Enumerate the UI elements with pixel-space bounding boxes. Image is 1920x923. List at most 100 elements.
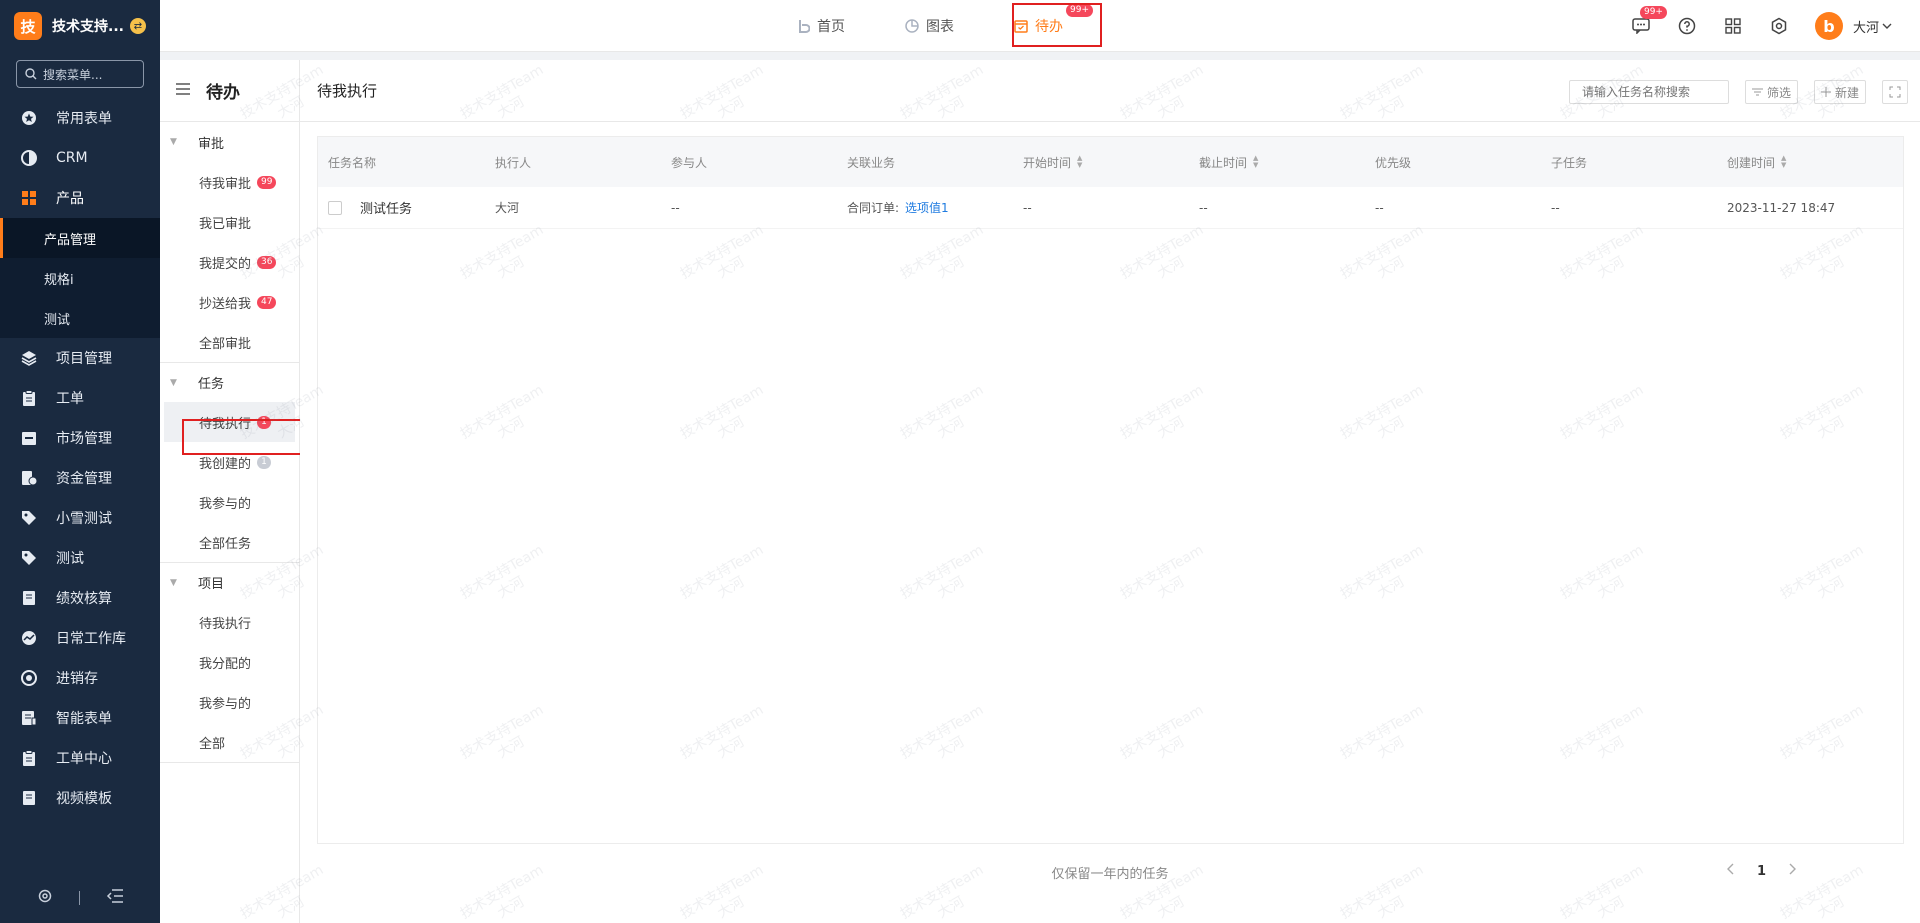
- fullscreen-button[interactable]: [1882, 80, 1908, 104]
- menu-icon[interactable]: [176, 82, 190, 99]
- sidebar-item-test[interactable]: 测试: [0, 538, 160, 578]
- nav-pending-approval[interactable]: 待我审批 99: [160, 162, 299, 202]
- sidebar-item-daily-work[interactable]: 日常工作库: [0, 618, 160, 658]
- nav-label: 我参与的: [199, 696, 252, 712]
- sidebar-subitem-spec[interactable]: 规格i: [0, 258, 160, 298]
- star-icon: [20, 109, 38, 127]
- caret-down-icon: ▼: [170, 577, 177, 588]
- sidebar-item-label: 资金管理: [56, 471, 112, 487]
- content-header: 待我执行 筛选 新建: [300, 60, 1920, 122]
- brand[interactable]: 技 技术支持... ⇄: [0, 0, 160, 52]
- prev-page-icon[interactable]: [1726, 863, 1735, 879]
- sidebar-item-video-template[interactable]: 视频模板: [0, 778, 160, 818]
- menu-search-input[interactable]: 搜索菜单...: [16, 60, 144, 88]
- brand-switch-icon[interactable]: ⇄: [129, 18, 146, 34]
- group-tasks[interactable]: ▼ 任务: [160, 362, 299, 402]
- nav-project-assigned[interactable]: 我分配的: [160, 642, 299, 682]
- highlight-box-todo-tab: [1012, 3, 1102, 47]
- cell-participants: --: [671, 200, 680, 215]
- settings-icon[interactable]: [37, 888, 53, 908]
- grid-icon: [20, 189, 38, 207]
- biz-link[interactable]: 选项值1: [905, 201, 949, 215]
- sidebar-item-inventory[interactable]: 进销存: [0, 658, 160, 698]
- sidebar-item-projects[interactable]: 项目管理: [0, 338, 160, 378]
- help-icon[interactable]: [1677, 16, 1697, 36]
- pie-icon: [20, 149, 38, 167]
- sort-icon[interactable]: ▲ ▼: [1077, 155, 1082, 169]
- panel-title: 待办: [206, 83, 240, 103]
- tab-charts[interactable]: 图表: [905, 16, 954, 36]
- user-name[interactable]: 大河: [1853, 17, 1879, 36]
- column-label: 创建时间: [1727, 155, 1776, 170]
- nav-all-approvals[interactable]: 全部审批: [160, 322, 299, 362]
- chevron-down-icon[interactable]: [1882, 22, 1892, 30]
- collapse-menu-icon[interactable]: [106, 888, 124, 908]
- row-checkbox[interactable]: [328, 200, 342, 215]
- nav-project-all[interactable]: 全部: [160, 722, 299, 762]
- nav-tasks-all[interactable]: 全部任务: [160, 522, 299, 562]
- next-page-icon[interactable]: [1788, 863, 1796, 879]
- nav-project-pending[interactable]: 待我执行: [160, 602, 299, 642]
- nav-cc-me[interactable]: 抄送给我 47: [160, 282, 299, 322]
- settings-icon[interactable]: [1769, 16, 1789, 36]
- search-icon: [25, 68, 37, 80]
- task-table: 任务名称 执行人 参与人 关联业务 开始时间 ▲ ▼ 截止时间 ▲ ▼ 优先级 子任务 …: [317, 136, 1904, 844]
- sort-icon[interactable]: ▲ ▼: [1781, 155, 1786, 169]
- apps-grid-icon[interactable]: [1723, 16, 1743, 36]
- avatar[interactable]: b: [1814, 12, 1843, 40]
- nav-label: 全部: [199, 736, 226, 752]
- column-header-end-time[interactable]: 截止时间 ▲ ▼: [1199, 154, 1375, 171]
- sidebar-item-performance[interactable]: 绩效核算: [0, 578, 160, 618]
- count-badge: 36: [257, 255, 277, 269]
- sidebar-item-funds[interactable]: 资金管理: [0, 458, 160, 498]
- table-row[interactable]: 测试任务 大河 -- 合同订单: 选项值1 -- -- -- -- 2023-11…: [318, 187, 1903, 229]
- nav-submitted[interactable]: 我提交的 36: [160, 242, 299, 282]
- task-name[interactable]: 测试任务: [360, 198, 412, 217]
- sort-icon[interactable]: ▲ ▼: [1253, 155, 1258, 169]
- new-task-button[interactable]: 新建: [1813, 80, 1866, 104]
- sidebar-item-common-forms[interactable]: 常用表单: [0, 98, 160, 138]
- biz-label: 合同订单:: [847, 201, 900, 215]
- group-approval[interactable]: ▼ 审批: [160, 122, 299, 162]
- sidebar-item-label: 测试: [56, 551, 84, 567]
- cell-related-business: 合同订单: 选项值1: [847, 199, 1023, 216]
- filter-label: 筛选: [1766, 85, 1791, 100]
- sidebar-subitem-test[interactable]: 测试: [0, 298, 160, 338]
- group-projects[interactable]: ▼ 项目: [160, 562, 299, 602]
- sidebar-item-work-order[interactable]: 工单: [0, 378, 160, 418]
- nav-tasks-participated[interactable]: 我参与的: [160, 482, 299, 522]
- nav-label: 我已审批: [199, 216, 252, 232]
- current-page[interactable]: 1: [1757, 864, 1766, 879]
- tab-home[interactable]: 首页: [798, 16, 845, 36]
- nav-approved[interactable]: 我已审批: [160, 202, 299, 242]
- chart-icon: [905, 19, 919, 33]
- sidebar-subitem-product-management[interactable]: 产品管理: [0, 218, 160, 258]
- column-label: 截止时间: [1199, 155, 1248, 170]
- brand-name[interactable]: 技术支持...: [52, 16, 124, 36]
- layers-icon: [20, 349, 38, 367]
- message-icon[interactable]: 99+: [1631, 6, 1667, 36]
- task-search-input[interactable]: [1568, 80, 1729, 104]
- sidebar-item-label: 项目管理: [56, 351, 112, 367]
- nav-label: 我创建的: [199, 456, 252, 472]
- tag-icon: [20, 549, 38, 567]
- column-header-created-time[interactable]: 创建时间 ▲ ▼: [1727, 154, 1887, 171]
- highlight-box-pending-tasks: [182, 419, 316, 455]
- sidebar-item-smart-form[interactable]: 智能表单: [0, 698, 160, 738]
- sidebar-item-label: 智能表单: [56, 711, 112, 727]
- sidebar-item-crm[interactable]: CRM: [0, 138, 160, 178]
- top-right-actions: 99+ b 大河: [1605, 0, 1892, 52]
- sidebar-item-label: 产品: [56, 191, 84, 207]
- column-header-start-time[interactable]: 开始时间 ▲ ▼: [1023, 154, 1199, 171]
- sidebar-item-label: 日常工作库: [56, 631, 126, 647]
- cell-end-time: --: [1199, 200, 1208, 215]
- sidebar-item-market[interactable]: 市场管理: [0, 418, 160, 458]
- nav-label: 抄送给我: [199, 296, 252, 312]
- doc-icon: [20, 789, 38, 807]
- sidebar-item-work-order-center[interactable]: 工单中心: [0, 738, 160, 778]
- nav-project-participated[interactable]: 我参与的: [160, 682, 299, 722]
- sidebar-item-xiaoxue-test[interactable]: 小雪测试: [0, 498, 160, 538]
- sidebar-item-product[interactable]: 产品: [0, 178, 160, 218]
- filter-button[interactable]: 筛选: [1744, 80, 1798, 104]
- divider: [78, 891, 80, 905]
